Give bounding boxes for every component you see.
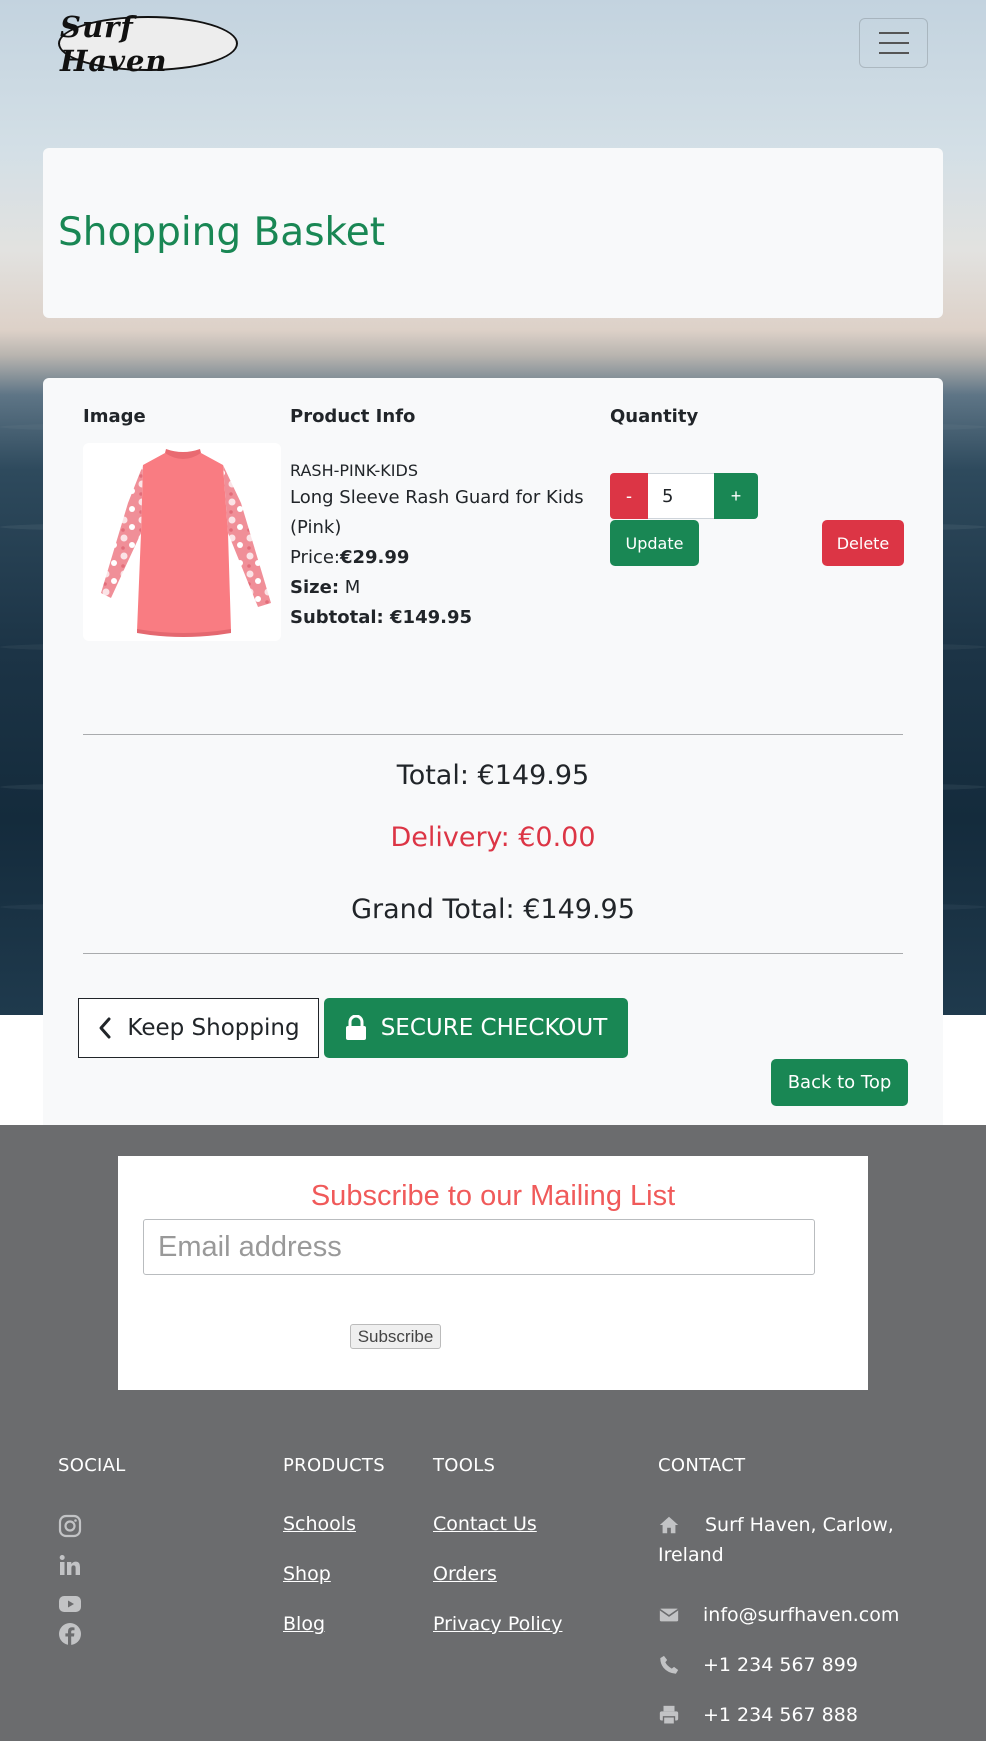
grand-total: Grand Total: €149.95: [351, 894, 635, 925]
logo[interactable]: Surf Haven: [58, 10, 238, 78]
product-info: RASH-PINK-KIDS Long Sleeve Rash Guard fo…: [290, 461, 600, 633]
footer-link-privacy-policy[interactable]: Privacy Policy: [433, 1613, 562, 1635]
facebook-icon[interactable]: [58, 1622, 82, 1646]
secure-checkout-label: SECURE CHECKOUT: [380, 1015, 608, 1041]
delivery: Delivery: €0.00: [390, 822, 596, 853]
contact-address: Surf Haven, Carlow, Ireland: [658, 1514, 894, 1566]
column-header-image: Image: [83, 406, 146, 427]
product-size: M: [344, 577, 361, 598]
instagram-icon[interactable]: [58, 1514, 82, 1538]
footer-link-contact-us[interactable]: Contact Us: [433, 1513, 537, 1535]
page-title-card: Shopping Basket: [43, 148, 943, 318]
phone-icon: [660, 1655, 679, 1674]
newsletter-box: Subscribe to our Mailing List Email addr…: [118, 1156, 868, 1390]
quantity-input[interactable]: [648, 473, 714, 519]
footer-heading-products: PRODUCTS: [283, 1455, 385, 1476]
delete-button[interactable]: Delete: [822, 520, 904, 566]
hamburger-icon: [878, 32, 909, 34]
increment-button[interactable]: +: [714, 473, 758, 519]
footer-heading-tools: TOOLS: [433, 1455, 496, 1476]
footer-link-schools[interactable]: Schools: [283, 1513, 356, 1535]
page-title: Shopping Basket: [58, 210, 386, 255]
footer-link-blog[interactable]: Blog: [283, 1613, 325, 1635]
lock-icon: [345, 1015, 366, 1040]
footer: Subscribe to our Mailing List Email addr…: [0, 1125, 986, 1741]
price-label: Price:: [290, 547, 340, 568]
footer-link-shop[interactable]: Shop: [283, 1563, 331, 1585]
keep-shopping-label: Keep Shopping: [127, 1015, 300, 1041]
subscribe-button[interactable]: Subscribe: [350, 1324, 441, 1349]
contact-email: info@surfhaven.com: [703, 1604, 900, 1626]
divider: [83, 734, 903, 735]
column-header-quantity: Quantity: [610, 406, 699, 427]
total: Total: €149.95: [396, 760, 590, 791]
footer-heading-contact: CONTACT: [658, 1455, 746, 1476]
quantity-stepper: - +: [610, 473, 758, 519]
basket-panel: Image Product Info Quantity RASH-PINK-KI…: [43, 378, 943, 1125]
product-image: [83, 443, 281, 641]
decrement-button[interactable]: -: [610, 473, 648, 519]
column-header-product-info: Product Info: [290, 406, 416, 427]
keep-shopping-button[interactable]: Keep Shopping: [78, 998, 319, 1058]
envelope-icon: [659, 1608, 679, 1622]
menu-toggle-button[interactable]: [859, 18, 928, 68]
update-button[interactable]: Update: [610, 520, 699, 566]
printer-icon: [659, 1705, 679, 1725]
footer-heading-social: SOCIAL: [58, 1455, 126, 1476]
chevron-left-icon: [99, 1017, 111, 1039]
footer-link-orders[interactable]: Orders: [433, 1563, 497, 1585]
product-subtotal: Subtotal: €149.95: [290, 607, 473, 628]
product-sku: RASH-PINK-KIDS: [290, 461, 418, 480]
product-name: Long Sleeve Rash Guard for Kids (Pink): [290, 487, 584, 538]
size-label: Size:: [290, 577, 340, 598]
contact-phone: +1 234 567 899: [703, 1654, 858, 1676]
back-to-top-button[interactable]: Back to Top: [771, 1059, 908, 1106]
secure-checkout-button[interactable]: SECURE CHECKOUT: [324, 998, 628, 1058]
email-field[interactable]: Email address: [143, 1219, 815, 1275]
youtube-icon[interactable]: [58, 1592, 82, 1616]
product-price: €29.99: [339, 547, 410, 568]
divider: [83, 953, 903, 954]
newsletter-title: Subscribe to our Mailing List: [310, 1180, 676, 1212]
linkedin-icon[interactable]: [58, 1553, 82, 1577]
contact-fax: +1 234 567 888: [703, 1704, 858, 1726]
